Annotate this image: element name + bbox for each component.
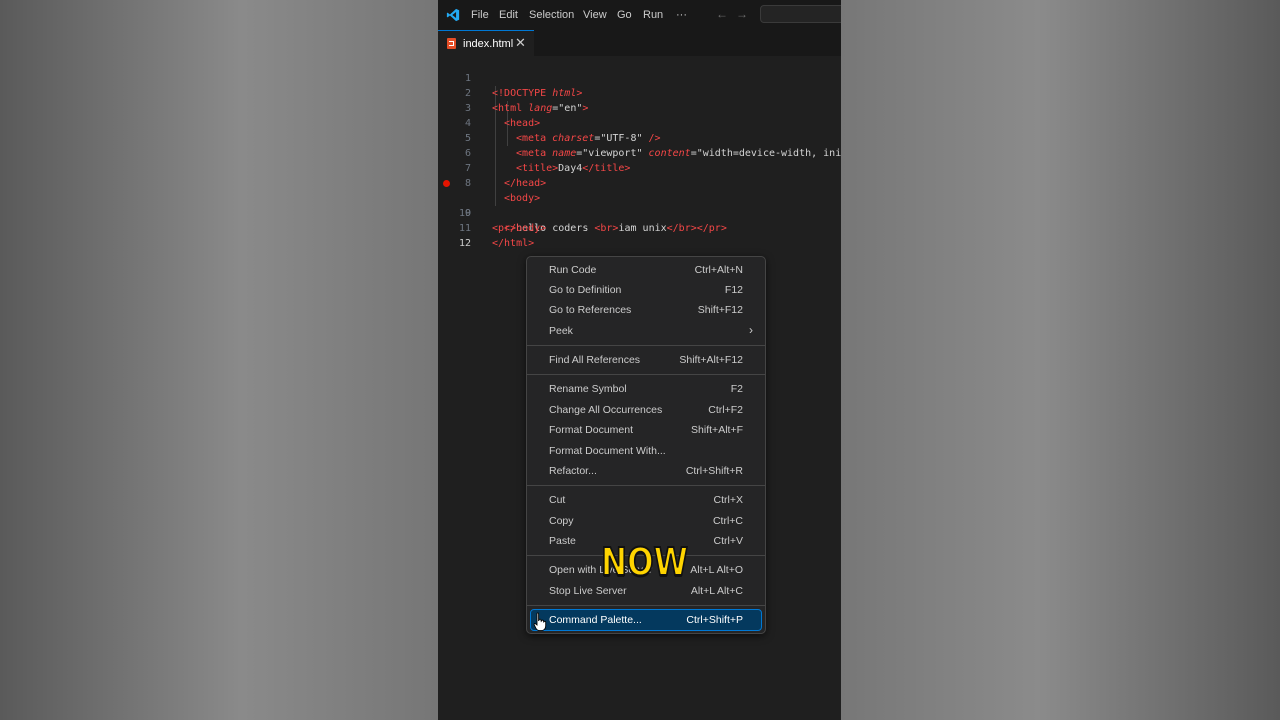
menu-item-command-palette[interactable]: Command Palette... Ctrl+Shift+P — [530, 609, 762, 631]
menu-more[interactable]: ··· — [676, 9, 687, 21]
tab-label: index.html — [463, 38, 514, 50]
menu-separator — [527, 345, 765, 346]
menu-item-go-to-definition[interactable]: Go to Definition F12 — [531, 280, 761, 300]
code-line: 11 </html> — [438, 206, 841, 249]
html5-file-icon — [447, 38, 456, 49]
background-left — [0, 0, 438, 720]
code-line: 8 <body> — [438, 161, 841, 204]
menu-item-format-document-with[interactable]: Format Document With... — [531, 441, 761, 461]
menu-item-copy[interactable]: Copy Ctrl+C — [531, 511, 761, 531]
hand-pointer-icon — [533, 612, 547, 632]
menu-view[interactable]: View — [583, 9, 607, 21]
code-line: 6 <title>Day4</title> — [438, 131, 841, 174]
menu-go[interactable]: Go — [617, 9, 632, 21]
code-line: 2 <html lang="en"> — [438, 71, 841, 114]
tab-index-html[interactable]: index.html ✕ — [438, 30, 534, 56]
menu-separator — [527, 485, 765, 486]
vscode-logo-icon — [446, 8, 460, 22]
command-center-search[interactable] — [760, 5, 841, 23]
menu-item-refactor[interactable]: Refactor... Ctrl+Shift+R — [531, 461, 761, 481]
code-line: 9 <pr>hello coders <br>iam unix</br></pr… — [438, 176, 841, 234]
menu-item-peek[interactable]: Peek › — [531, 321, 761, 341]
menu-separator — [527, 374, 765, 375]
menu-item-run-code[interactable]: Run Code Ctrl+Alt+N — [531, 260, 761, 280]
menu-item-go-to-references[interactable]: Go to References Shift+F12 — [531, 300, 761, 320]
menu-item-stop-live-server[interactable]: Stop Live Server Alt+L Alt+C — [531, 581, 761, 601]
menu-separator — [527, 605, 765, 606]
code-line: 7 </head> — [438, 146, 841, 189]
menu-item-rename-symbol[interactable]: Rename Symbol F2 — [531, 379, 761, 399]
editor-tab-bar: index.html ✕ — [438, 30, 841, 56]
code-line: 1 <!DOCTYPE html> — [438, 56, 841, 99]
title-bar: File Edit Selection View Go Run ··· ← → — [438, 0, 841, 30]
menu-selection[interactable]: Selection — [529, 9, 574, 21]
line-number: 12 — [458, 238, 471, 249]
code-line: 4 <meta charset="UTF-8" /> — [438, 101, 841, 144]
code-line: 12 — [438, 221, 841, 249]
menu-item-change-all-occurrences[interactable]: Change All Occurrences Ctrl+F2 — [531, 400, 761, 420]
menu-file[interactable]: File — [471, 9, 489, 21]
menu-item-format-document[interactable]: Format Document Shift+Alt+F — [531, 420, 761, 440]
breakpoint-icon[interactable] — [443, 180, 450, 187]
caption-overlay: NOW — [600, 539, 689, 585]
menu-edit[interactable]: Edit — [499, 9, 518, 21]
code-line: 5 <meta name="viewport" content="width=d… — [438, 116, 841, 159]
forward-arrow-icon[interactable]: → — [736, 7, 748, 21]
chevron-right-icon: › — [749, 323, 753, 337]
menu-item-find-all-references[interactable]: Find All References Shift+Alt+F12 — [531, 350, 761, 370]
code-editor[interactable]: 1 <!DOCTYPE html> 2 <html lang="en"> 3 <… — [438, 56, 841, 249]
background-right — [841, 0, 1280, 720]
close-icon[interactable]: ✕ — [515, 35, 526, 51]
back-arrow-icon[interactable]: ← — [716, 7, 728, 21]
code-line: 3 <head> — [438, 86, 841, 129]
code-line: 10 </body> — [438, 191, 841, 234]
menu-item-cut[interactable]: Cut Ctrl+X — [531, 490, 761, 510]
menu-run[interactable]: Run — [643, 9, 663, 21]
